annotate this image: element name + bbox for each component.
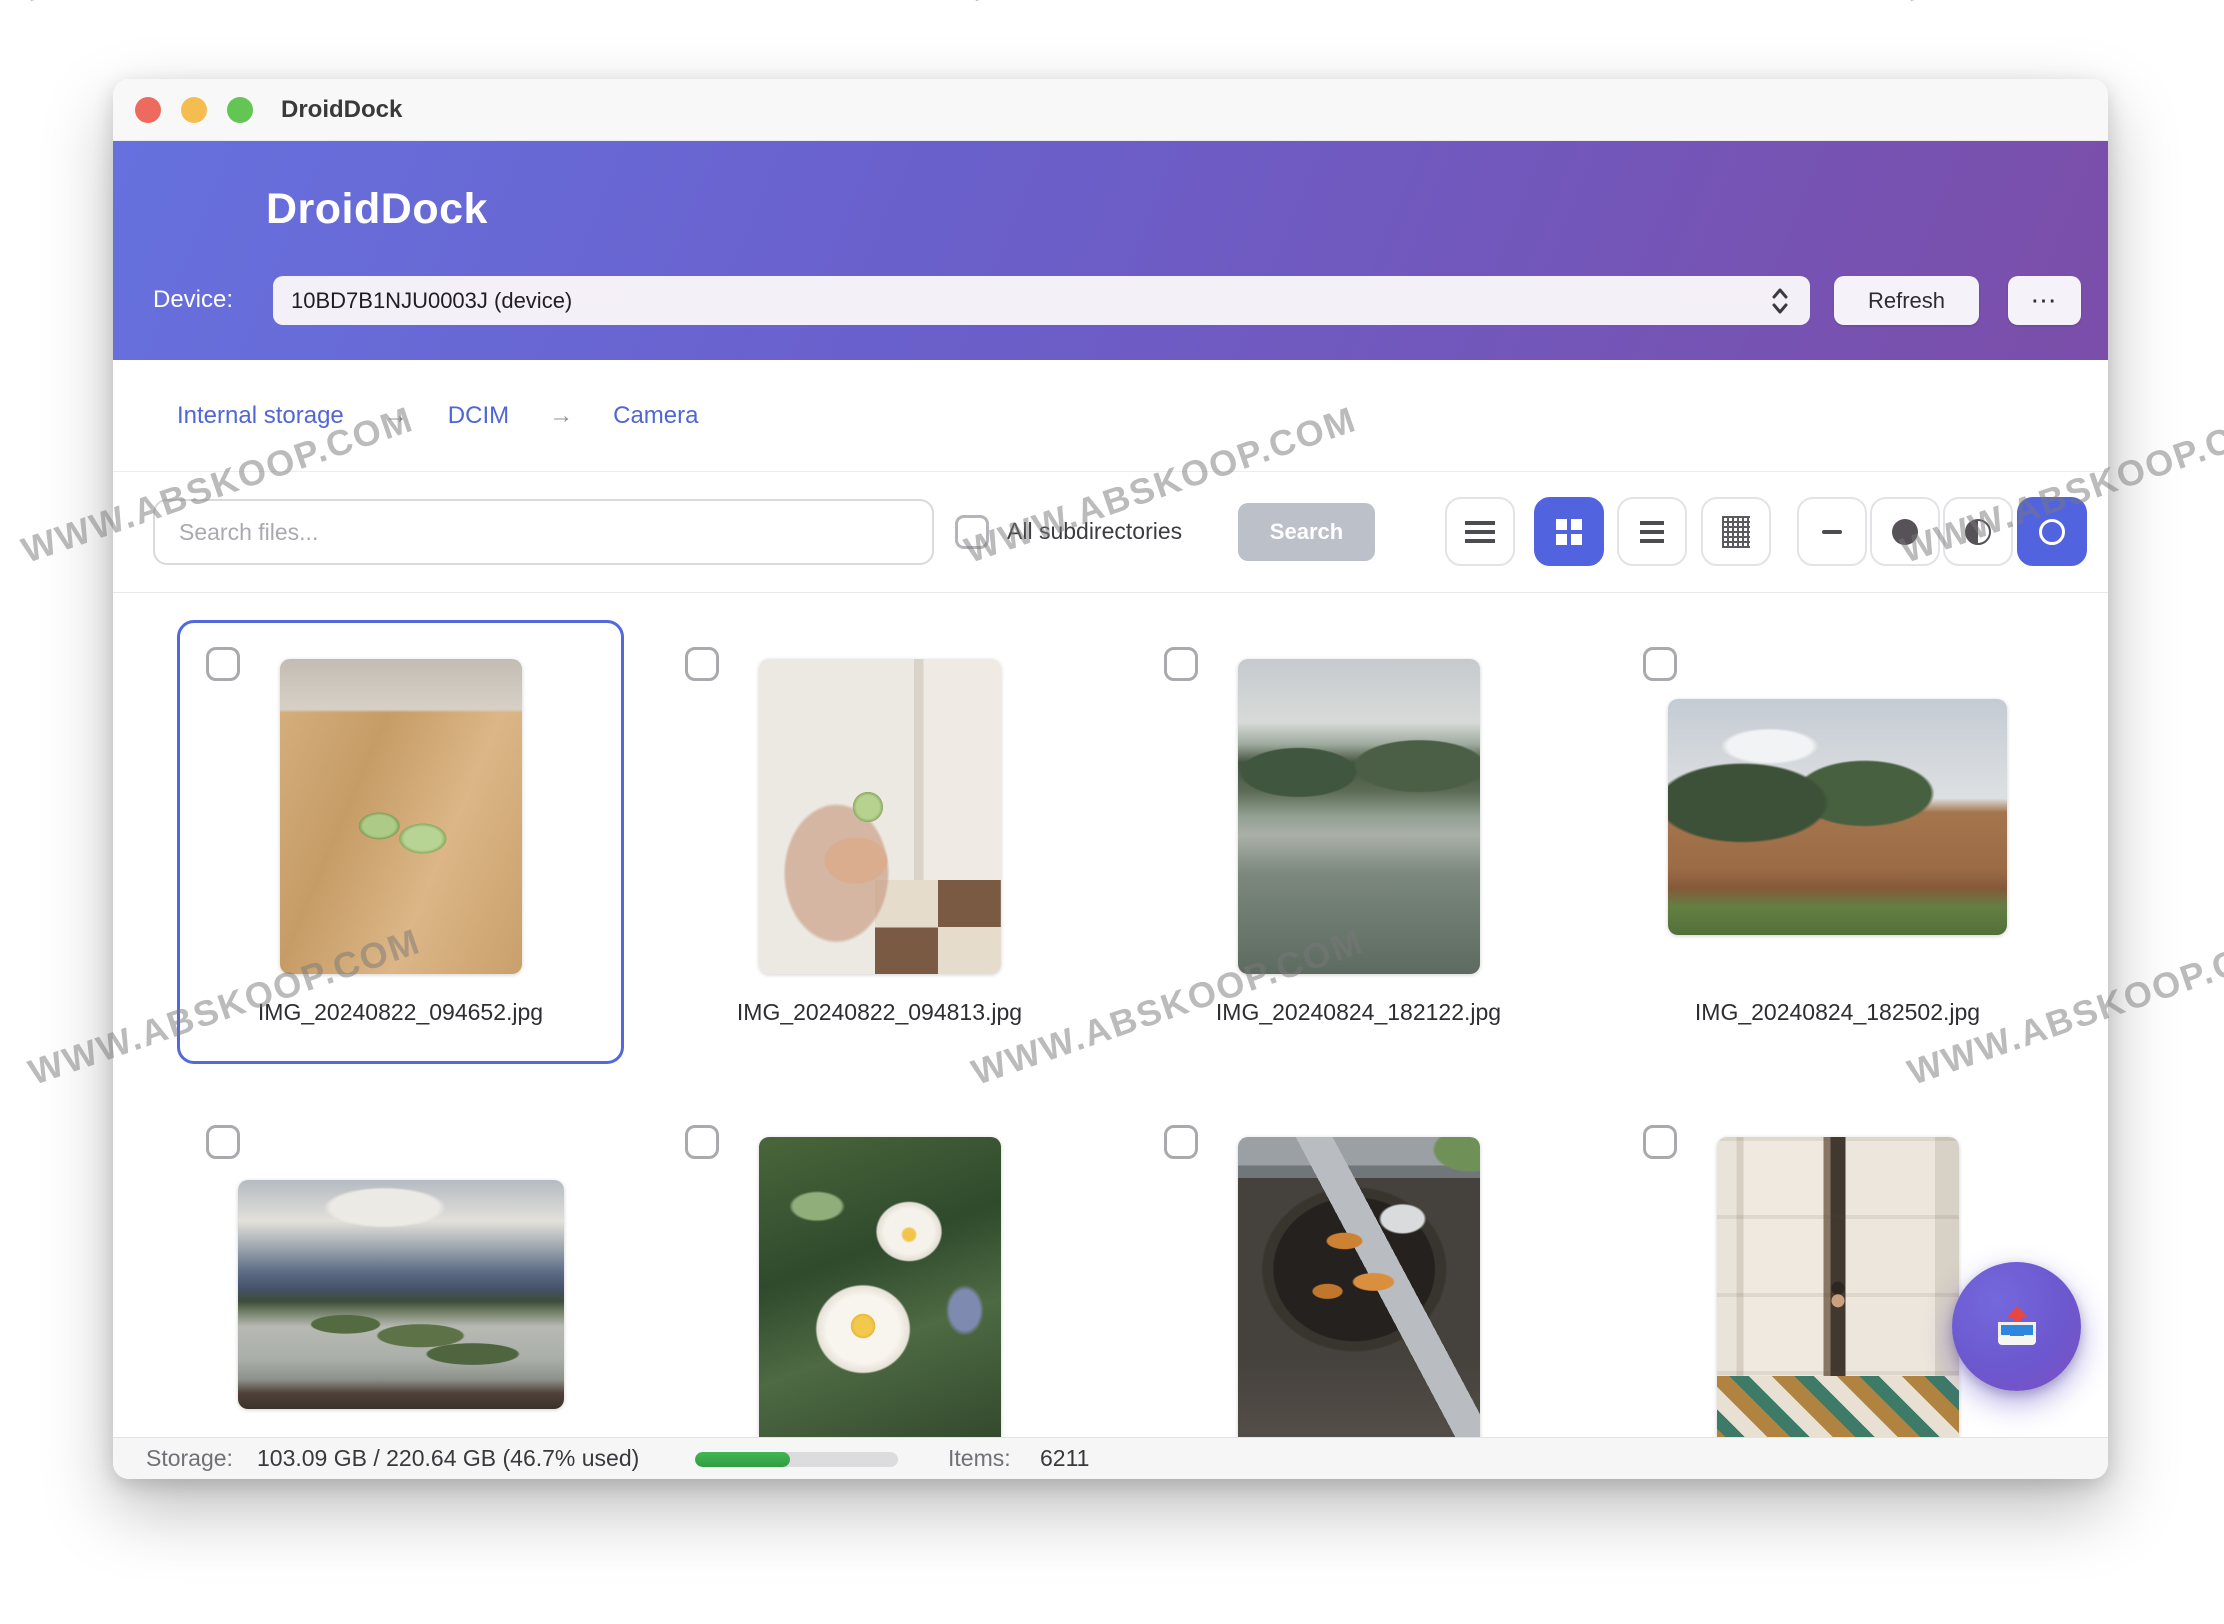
file-card[interactable]: IMG_20240822_094652.jpg — [177, 620, 624, 1064]
photo-thumbnail[interactable] — [1717, 1137, 1959, 1437]
photo-thumbnail[interactable] — [759, 659, 1001, 974]
items-label: Items: — [948, 1445, 1011, 1472]
photo-thumbnail[interactable] — [1238, 1137, 1480, 1437]
photo-thumbnail[interactable] — [759, 1137, 1001, 1437]
watermark: WWW.ABSKOOP.COM — [14, 0, 417, 12]
theme-dark-button[interactable] — [1870, 497, 1940, 566]
photo-thumbnail[interactable] — [1238, 659, 1480, 974]
storage-label: Storage: — [146, 1445, 233, 1472]
file-name: IMG_20240824_182122.jpg — [1138, 999, 1579, 1026]
minimize-window-button[interactable] — [181, 97, 207, 123]
storage-progress-fill — [695, 1452, 790, 1467]
photo-thumbnail[interactable] — [280, 659, 522, 974]
circle-half-icon — [1965, 519, 1991, 545]
file-checkbox[interactable] — [206, 1125, 240, 1159]
theme-auto-button[interactable] — [1943, 497, 2013, 566]
items-count: 6211 — [1040, 1445, 1089, 1472]
theme-light-button[interactable] — [2017, 497, 2087, 566]
file-card[interactable]: IMG_20240824_182502.jpg — [1614, 620, 2061, 1064]
device-row: Device: 10BD7B1NJU0003J (device) Refresh… — [113, 276, 2108, 325]
zoom-window-button[interactable] — [227, 97, 253, 123]
breadcrumb-internal-storage[interactable]: Internal storage — [177, 402, 344, 430]
refresh-button[interactable]: Refresh — [1834, 276, 1979, 325]
app-window: DroidDock DroidDock Device: 10BD7B1NJU00… — [113, 79, 2108, 1479]
minus-icon — [1822, 530, 1842, 534]
view-dense-grid-button[interactable] — [1701, 497, 1771, 566]
window-title: DroidDock — [281, 96, 402, 124]
all-subdirectories-label: All subdirectories — [1007, 518, 1182, 545]
outbox-tray-icon — [1986, 1296, 2048, 1358]
file-checkbox[interactable] — [1643, 647, 1677, 681]
search-input[interactable] — [153, 499, 934, 565]
device-select[interactable]: 10BD7B1NJU0003J (device) — [273, 276, 1810, 325]
app-header: DroidDock Device: 10BD7B1NJU0003J (devic… — [113, 141, 2108, 360]
select-chevrons-icon — [1768, 286, 1792, 316]
file-name: IMG_20240822_094652.jpg — [180, 999, 621, 1026]
watermark: WWW.ABSKOOP.COM — [1894, 0, 2224, 12]
breadcrumb-arrow-icon: → — [549, 402, 573, 430]
titlebar: DroidDock — [113, 79, 2108, 141]
list-icon — [1465, 521, 1495, 543]
app-title: DroidDock — [266, 185, 488, 234]
storage-progress-bar — [695, 1452, 898, 1467]
file-card[interactable] — [656, 1098, 1103, 1437]
file-checkbox[interactable] — [685, 1125, 719, 1159]
circle-filled-icon — [1892, 519, 1918, 545]
view-compact-list-button[interactable] — [1617, 497, 1687, 566]
breadcrumb: Internal storage → DCIM → Camera — [113, 360, 2108, 472]
file-card[interactable]: IMG_20240824_182122.jpg — [1135, 620, 1582, 1064]
file-card[interactable] — [177, 1098, 624, 1437]
file-card[interactable]: IMG_20240822_094813.jpg — [656, 620, 1103, 1064]
file-grid-area: IMG_20240822_094652.jpg IMG_20240822_094… — [113, 593, 2108, 1437]
view-grid-button[interactable] — [1534, 497, 1604, 566]
zoom-out-button[interactable] — [1797, 497, 1867, 566]
photo-thumbnail[interactable] — [1668, 699, 2007, 935]
status-bar: Storage: 103.09 GB / 220.64 GB (46.7% us… — [113, 1437, 2108, 1479]
all-subdirectories-checkbox[interactable] — [955, 515, 989, 549]
file-name: IMG_20240822_094813.jpg — [659, 999, 1100, 1026]
grid-icon — [1556, 519, 1582, 545]
breadcrumb-camera[interactable]: Camera — [613, 402, 698, 430]
storage-value: 103.09 GB / 220.64 GB (46.7% used) — [257, 1445, 639, 1472]
view-list-button[interactable] — [1445, 497, 1515, 566]
device-label: Device: — [153, 286, 233, 314]
more-options-button[interactable]: ⋯ — [2008, 276, 2081, 325]
file-card[interactable] — [1135, 1098, 1582, 1437]
photo-thumbnail[interactable] — [238, 1180, 564, 1409]
transfer-fab-button[interactable] — [1952, 1262, 2081, 1391]
file-checkbox[interactable] — [1164, 647, 1198, 681]
search-button[interactable]: Search — [1238, 503, 1375, 561]
toolbar: All subdirectories Search — [113, 472, 2108, 593]
breadcrumb-dcim[interactable]: DCIM — [448, 402, 509, 430]
file-name: IMG_20240824_182502.jpg — [1617, 999, 2058, 1026]
file-checkbox[interactable] — [206, 647, 240, 681]
dense-grid-icon — [1722, 516, 1750, 548]
file-checkbox[interactable] — [1643, 1125, 1677, 1159]
file-checkbox[interactable] — [685, 647, 719, 681]
device-select-value: 10BD7B1NJU0003J (device) — [291, 288, 1768, 314]
compact-list-icon — [1640, 521, 1664, 543]
breadcrumb-arrow-icon: → — [384, 402, 408, 430]
watermark: WWW.ABSKOOP.COM — [959, 0, 1362, 12]
close-window-button[interactable] — [135, 97, 161, 123]
file-checkbox[interactable] — [1164, 1125, 1198, 1159]
circle-outline-icon — [2039, 519, 2065, 545]
